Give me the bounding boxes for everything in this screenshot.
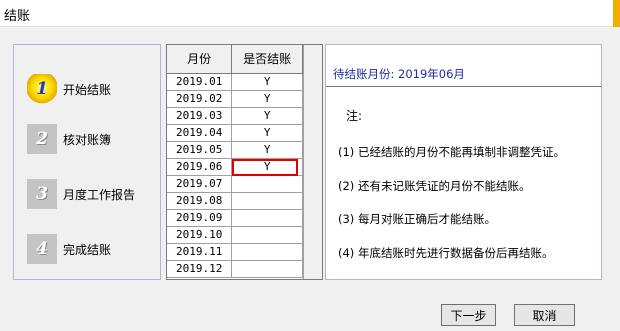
- next-button[interactable]: 下一步: [441, 304, 496, 326]
- notes-title: 注:: [346, 109, 363, 123]
- pending-month-label: 待结账月份: 2019年06月: [333, 67, 465, 81]
- closed-cell-current[interactable]: Y: [231, 158, 303, 176]
- title-bar-accent: [613, 0, 620, 27]
- window-title: 结账: [4, 9, 31, 24]
- grid-empty-area: [303, 45, 322, 279]
- closed-cell[interactable]: Y: [231, 107, 303, 125]
- month-cell[interactable]: 2019.11: [167, 243, 233, 261]
- table-row[interactable]: 2019.05 Y: [167, 141, 303, 159]
- steps-panel: 1 开始结账 2 核对账簿 3 月度工作报告 4 完成结账: [13, 44, 161, 280]
- step-start-close: 1 开始结账: [27, 74, 167, 104]
- table-row[interactable]: 2019.09: [167, 209, 303, 227]
- note-1: (1) 已经结账的月份不能再填制非调整凭证。: [338, 145, 565, 159]
- table-row[interactable]: 2019.02 Y: [167, 90, 303, 108]
- table-row[interactable]: 2019.07: [167, 175, 303, 193]
- title-bar: 结账: [0, 0, 620, 27]
- month-cell[interactable]: 2019.07: [167, 175, 233, 193]
- month-cell[interactable]: 2019.05: [167, 141, 233, 159]
- table-row[interactable]: 2019.12: [167, 260, 303, 278]
- closed-cell[interactable]: [231, 243, 303, 261]
- month-cell[interactable]: 2019.04: [167, 124, 233, 142]
- closed-cell[interactable]: Y: [231, 141, 303, 159]
- step-finish-close: 4 完成结账: [27, 234, 167, 264]
- note-4: (4) 年底结账时先进行数据备份后再结账。: [338, 246, 554, 260]
- closed-cell[interactable]: [231, 192, 303, 210]
- month-cell[interactable]: 2019.12: [167, 260, 233, 278]
- closed-cell[interactable]: [231, 226, 303, 244]
- table-row-selected[interactable]: 2019.06 Y: [167, 158, 303, 176]
- closed-column-header[interactable]: 是否结账: [231, 45, 303, 74]
- step-2-icon: 2: [27, 124, 57, 154]
- month-close-grid[interactable]: 月份 是否结账 2019.01 Y 2019.02 Y 2019.03 Y 2019.…: [166, 44, 323, 280]
- month-cell[interactable]: 2019.09: [167, 209, 233, 227]
- step-1-label: 开始结账: [63, 82, 112, 97]
- table-row[interactable]: 2019.04 Y: [167, 124, 303, 142]
- table-row[interactable]: 2019.08: [167, 192, 303, 210]
- month-cell[interactable]: 2019.02: [167, 90, 233, 108]
- table-row[interactable]: 2019.11: [167, 243, 303, 261]
- month-cell[interactable]: 2019.10: [167, 226, 233, 244]
- note-2: (2) 还有未记账凭证的月份不能结账。: [338, 179, 531, 193]
- closed-cell[interactable]: [231, 209, 303, 227]
- table-row[interactable]: 2019.01 Y: [167, 73, 303, 91]
- table-row[interactable]: 2019.10: [167, 226, 303, 244]
- step-check-books: 2 核对账簿: [27, 124, 167, 154]
- closed-cell[interactable]: [231, 175, 303, 193]
- table-row[interactable]: 2019.03 Y: [167, 107, 303, 125]
- info-header: 待结账月份: 2019年06月: [326, 45, 601, 87]
- month-cell[interactable]: 2019.01: [167, 73, 233, 91]
- info-panel: 待结账月份: 2019年06月 注: (1) 已经结账的月份不能再填制非调整凭证…: [325, 44, 602, 280]
- month-cell[interactable]: 2019.06: [167, 158, 233, 176]
- month-table: 月份 是否结账 2019.01 Y 2019.02 Y 2019.03 Y 2019.…: [167, 45, 303, 278]
- closed-cell[interactable]: Y: [231, 124, 303, 142]
- step-2-label: 核对账簿: [63, 132, 112, 147]
- closed-cell[interactable]: Y: [231, 73, 303, 91]
- month-cell[interactable]: 2019.03: [167, 107, 233, 125]
- closed-cell[interactable]: [231, 260, 303, 278]
- current-cell-highlight: [232, 158, 299, 176]
- month-column-header[interactable]: 月份: [167, 45, 233, 74]
- step-4-label: 完成结账: [63, 242, 112, 257]
- step-3-icon: 3: [27, 179, 57, 209]
- step-1-icon: 1: [27, 74, 57, 104]
- closed-cell[interactable]: Y: [231, 90, 303, 108]
- step-3-label: 月度工作报告: [63, 187, 136, 202]
- note-3: (3) 每月对账正确后才能结账。: [338, 212, 496, 226]
- month-cell[interactable]: 2019.08: [167, 192, 233, 210]
- cancel-button[interactable]: 取消: [514, 304, 575, 326]
- step-4-icon: 4: [27, 234, 57, 264]
- step-monthly-report: 3 月度工作报告: [27, 179, 167, 209]
